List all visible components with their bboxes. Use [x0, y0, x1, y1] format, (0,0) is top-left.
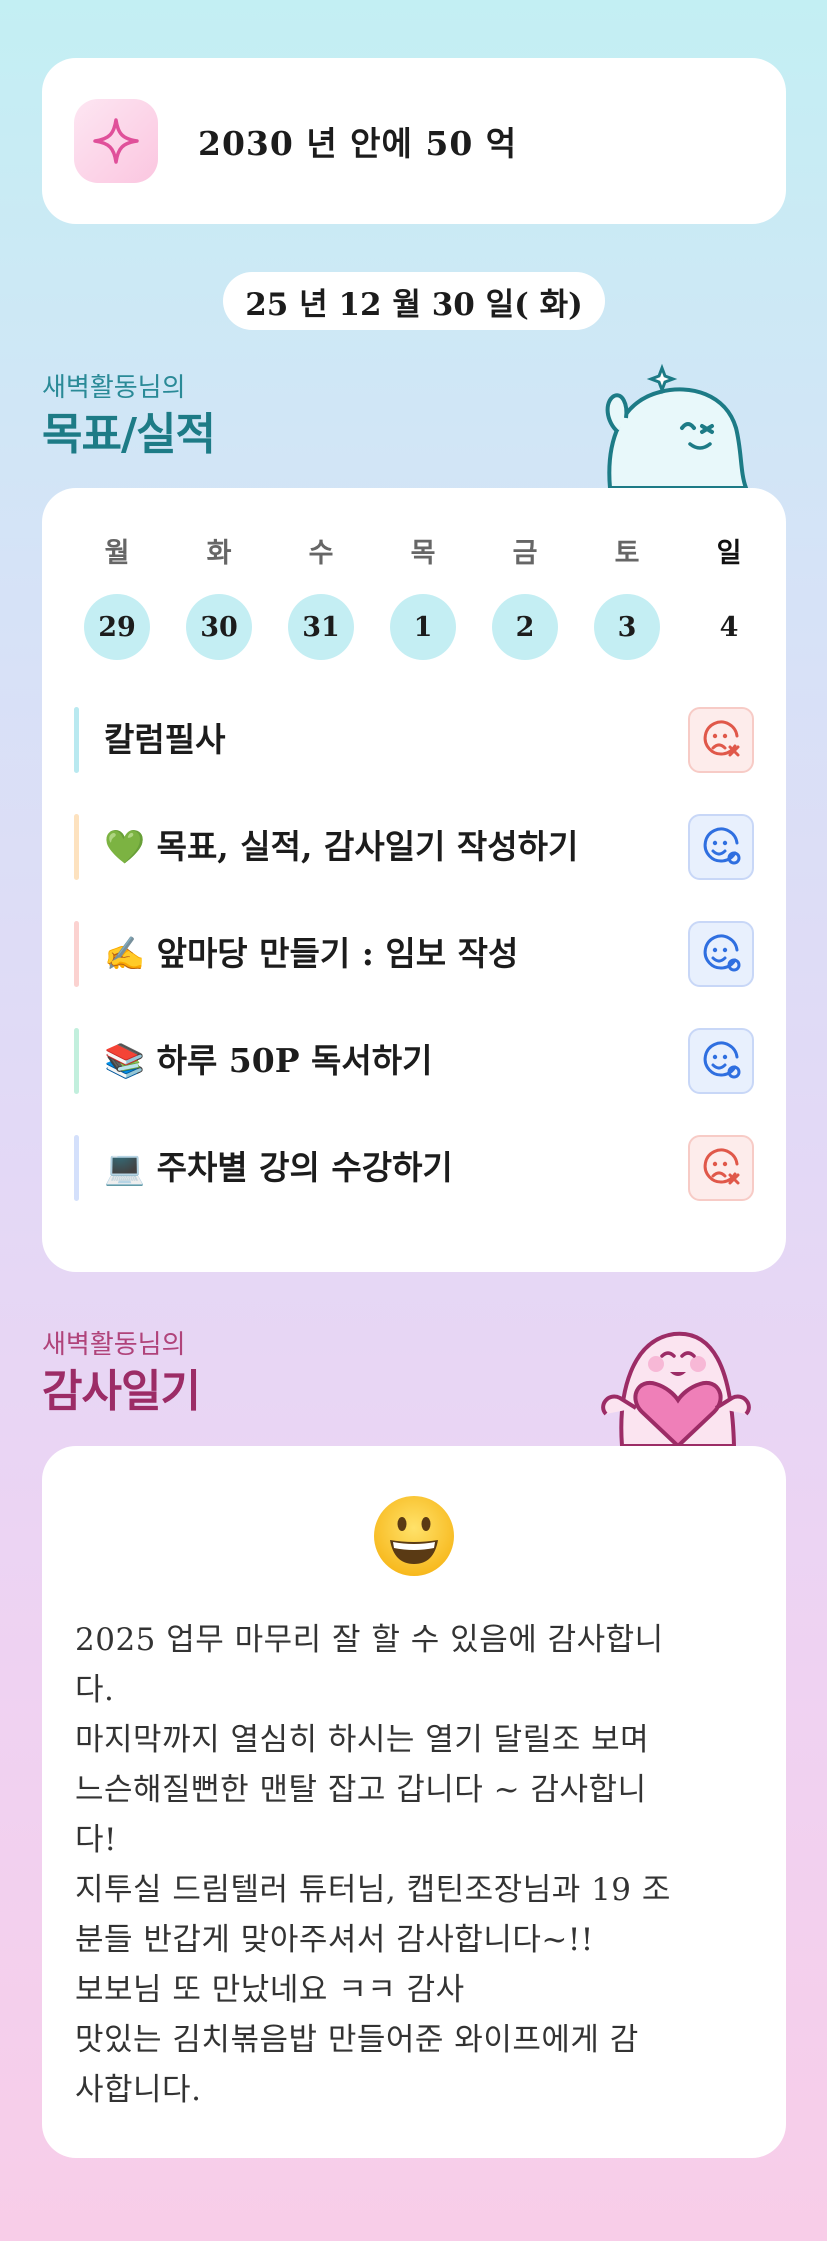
gratitude-text-line: 2025 업무 마무리 잘 할 수 있음에 감사합니	[75, 1622, 664, 1658]
task-label: 📚 하루 50P 독서하기	[104, 1041, 433, 1080]
task-label: 칼럼필사	[104, 720, 226, 759]
task-status-done-button[interactable]	[688, 921, 754, 987]
task-status-fail-button[interactable]	[688, 707, 754, 773]
task-row[interactable]: 📚 하루 50P 독서하기	[74, 1028, 754, 1094]
gratitude-text-line: 다!	[75, 1822, 117, 1858]
gratitude-text-line: 맛있는 김치볶음밥 만들어준 와이프에게 감	[75, 2022, 639, 2058]
weekday-wed: 수	[308, 537, 334, 569]
goals-card: 월 화 수 목 금 토 일 29 30 31 1 2 3 4 칼럼필사 💚 목표…	[42, 488, 786, 1272]
date-circle-1[interactable]: 1	[390, 594, 456, 660]
gratitude-card[interactable]: 2025 업무 마무리 잘 할 수 있음에 감사합니 다. 마지막까지 열심히 …	[42, 1446, 786, 2158]
date-circle-31[interactable]: 31	[288, 594, 354, 660]
task-color-bar	[74, 814, 79, 880]
weekday-sat: 토	[614, 537, 640, 569]
task-row[interactable]: 💻 주차별 강의 수강하기	[74, 1135, 754, 1201]
task-status-fail-button[interactable]	[688, 1135, 754, 1201]
teal-mascot-icon	[605, 363, 749, 488]
happy-face-check-icon	[703, 1041, 741, 1079]
gratitude-text-line: 분들 반갑게 맞아주셔서 감사합니다~!!	[75, 1922, 594, 1958]
gratitude-text-line: 마지막까지 열심히 하시는 열기 달릴조 보며	[75, 1722, 650, 1758]
weekday-thu: 목	[410, 537, 436, 569]
task-row[interactable]: ✍️ 앞마당 만들기 : 임보 작성	[74, 921, 754, 987]
gratitude-text-line: 보보님 또 만났네요 ㅋㅋ 감사	[75, 1972, 465, 2008]
weekday-fri: 금	[512, 537, 538, 569]
date-circle-4[interactable]: 4	[696, 594, 762, 660]
task-label: ✍️ 앞마당 만들기 : 임보 작성	[104, 934, 519, 973]
date-circle-29[interactable]: 29	[84, 594, 150, 660]
gratitude-text-line: 지투실 드림텔러 튜터님, 캡틴조장님과 19 조	[75, 1872, 671, 1908]
task-label: 💻 주차별 강의 수강하기	[104, 1148, 453, 1187]
gratitude-text-line: 사합니다.	[75, 2072, 202, 2108]
task-label: 💚 목표, 실적, 감사일기 작성하기	[104, 827, 579, 866]
date-circle-2[interactable]: 2	[492, 594, 558, 660]
task-color-bar	[74, 1135, 79, 1201]
happy-face-check-icon	[703, 827, 741, 865]
gratitude-section-title: 감사일기	[42, 1366, 201, 1417]
date-circle-3[interactable]: 3	[594, 594, 660, 660]
goals-section-title: 목표/실적	[42, 409, 216, 460]
sparkle-icon	[74, 99, 158, 183]
sad-face-x-icon	[703, 1148, 740, 1185]
task-row[interactable]: 칼럼필사	[74, 707, 754, 773]
goal-card[interactable]: 2030 년 안에 50 억	[42, 58, 786, 224]
sad-face-x-icon	[703, 720, 740, 757]
date-pill[interactable]: 25 년 12 월 30 일( 화)	[223, 272, 605, 330]
grinning-face-icon	[374, 1496, 454, 1576]
happy-face-check-icon	[703, 934, 741, 972]
date-circle-30[interactable]: 30	[186, 594, 252, 660]
pink-mascot-heart-icon	[601, 1331, 751, 1446]
weekday-sun: 일	[716, 537, 742, 569]
task-status-done-button[interactable]	[688, 1028, 754, 1094]
task-row[interactable]: 💚 목표, 실적, 감사일기 작성하기	[74, 814, 754, 880]
task-color-bar	[74, 1028, 79, 1094]
task-status-done-button[interactable]	[688, 814, 754, 880]
task-color-bar	[74, 921, 79, 987]
task-color-bar	[74, 707, 79, 773]
gratitude-text-line: 다.	[75, 1672, 115, 1708]
gratitude-text-line: 느슨해질뻔한 맨탈 잡고 갑니다 ~ 감사합니	[75, 1772, 647, 1808]
weekday-mon: 월	[104, 537, 130, 569]
goal-text: 2030 년 안에 50 억	[198, 124, 518, 163]
weekday-tue: 화	[206, 537, 232, 569]
